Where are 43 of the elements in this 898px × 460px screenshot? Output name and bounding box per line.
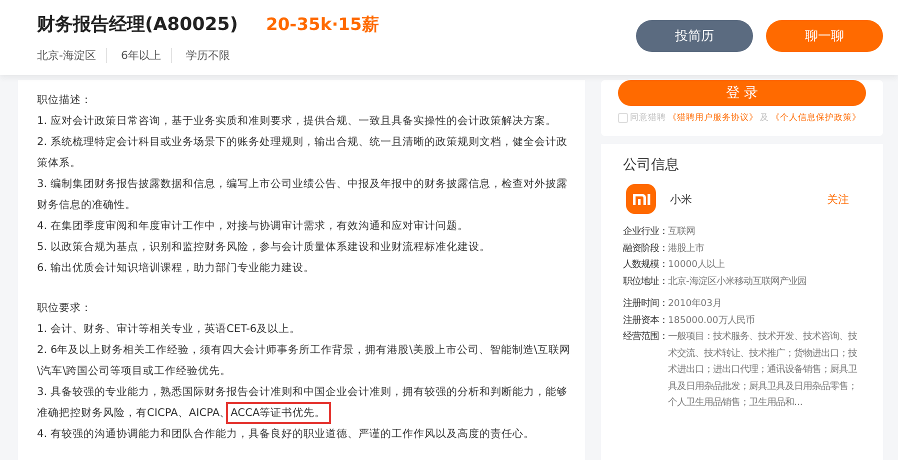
info-value: 2010年03月 xyxy=(668,297,722,311)
info-label: 企业行业： xyxy=(623,225,668,239)
description-item: 5. 以政策合规为基点，识别和监控财务风险，参与会计质量体系建设和业财流程标准化建设。 xyxy=(37,240,492,255)
description-item: 2. 系统梳理特定会计科目或业务场景下的账务处理规则，输出合规、统一且清晰的政策规则文档，健全会计政策体系。 xyxy=(37,135,568,171)
info-value: 互联网 xyxy=(668,225,696,239)
agree-checkbox[interactable] xyxy=(618,113,628,123)
info-label: 人数规模： xyxy=(623,258,668,272)
description-item: 6. 输出优质会计知识培训课程，助力部门专业能力建设。 xyxy=(37,261,316,276)
job-tag: 学历不限 xyxy=(170,48,230,63)
follow-link[interactable]: 关注 xyxy=(827,192,849,206)
info-label: 注册资本： xyxy=(623,314,668,328)
job-tag: 6年以上 xyxy=(106,48,161,63)
section-heading: 职位要求： xyxy=(37,301,93,316)
description-item: 3. 编制集团财务报告披露数据和信息，编写上市公司业绩公告、中报及年报中的财务披露信息，检查对外披露财务信息的准确性。 xyxy=(37,177,568,213)
info-label: 职位地址： xyxy=(623,274,668,288)
info-value: 一般项目：技术服务、技术开发、技术咨询、技术交流、技术转让、技术推广；货物进出口；技术进出口；进出口代理；通讯设备销售；厨具卫具及日用杂品批发；厨具卫具及日用杂品零售；个人卫生用品销售；卫生用品和... xyxy=(668,330,858,410)
info-label: 注册时间： xyxy=(623,297,668,311)
info-label: 经营范围： xyxy=(623,330,668,344)
section-heading: 职位描述： xyxy=(37,93,93,108)
requirement-item: 2. 6年及以上财务相关工作经验，须有四大会计师事务所工作背景，拥有港股\美股上市公司、智能制造\互联网\汽车\跨国公司等项目或工作经验优先。 xyxy=(37,343,572,379)
job-tag: 北京-海淀区 xyxy=(37,48,96,63)
description-item: 4. 在集团季度审阅和年度审计工作中，对接与协调审计需求，有效沟通和应对审计问题。 xyxy=(37,219,470,234)
agreement-link[interactable]: 《猎聘用户服务协议》 xyxy=(668,112,758,124)
company-logo-icon xyxy=(626,184,656,214)
card-title: 公司信息 xyxy=(623,156,680,174)
description-item: 1. 应对会计政策日常咨询，基于业务实质和准则要求，提供合规、一致且具备实操性的会计政策解决方案。 xyxy=(37,114,558,129)
info-value: 10000人以上 xyxy=(668,258,726,272)
requirement-item: 4. 有较强的沟通协调能力和团队合作能力，具备良好的职业道德、严谨的工作作风以及高度的责任心。 xyxy=(37,427,536,442)
requirement-item: 3. 具备较强的专业能力，熟悉国际财务报告会计准则和中国企业会计准则，拥有较强的分析和判断能力，能够准确把控财务风险，有CICPA、AICPA、ACCA等证书优先。 xyxy=(37,382,577,424)
chat-button[interactable]: 聊一聊 xyxy=(766,20,883,52)
agreement-link[interactable]: 《个人信息保护政策》 xyxy=(771,112,861,124)
agreement-text: 同意猎聘 xyxy=(630,112,666,124)
info-value: 北京-海淀区小米移动互联网产业园 xyxy=(668,274,808,288)
company-name[interactable]: 小米 xyxy=(670,192,827,206)
salary: 20-35k·15薪 xyxy=(266,14,379,36)
apply-button[interactable]: 投简历 xyxy=(636,20,753,52)
info-value: 185000.00万人民币 xyxy=(668,314,756,328)
requirement-item: 1. 会计、财务、审计等相关专业，英语CET-6及以上。 xyxy=(37,322,302,337)
job-title: 财务报告经理(A80025) xyxy=(37,13,238,36)
login-button[interactable]: 登 录 xyxy=(618,80,866,106)
agreement-text: 及 xyxy=(760,112,769,124)
info-value: 港股上市 xyxy=(668,242,705,256)
info-label: 融资阶段： xyxy=(623,242,668,256)
